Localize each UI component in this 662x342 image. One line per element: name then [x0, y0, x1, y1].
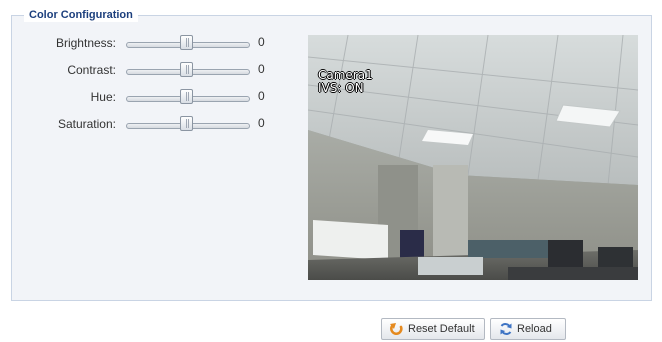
brightness-slider-thumb[interactable] [180, 35, 193, 50]
reload-label: Reload [517, 323, 552, 335]
hue-value: 0 [258, 89, 265, 103]
saturation-label: Saturation: [57, 117, 116, 131]
brightness-row: Brightness: 0 [0, 35, 300, 53]
camera-overlay-text: Camera1 IVS: ON [318, 69, 373, 95]
saturation-slider-thumb[interactable] [180, 116, 193, 131]
ivs-status-text: IVS: ON [318, 81, 364, 95]
brightness-value: 0 [258, 35, 265, 49]
refresh-icon [500, 323, 512, 335]
reset-default-button[interactable]: Reset Default [381, 318, 485, 340]
camera-name-text: Camera1 [318, 68, 373, 82]
contrast-slider-thumb[interactable] [180, 62, 193, 77]
contrast-label: Contrast: [67, 63, 116, 77]
undo-arrow-icon [390, 323, 403, 336]
hue-slider-thumb[interactable] [180, 89, 193, 104]
hue-row: Hue: 0 [0, 89, 300, 107]
reset-default-label: Reset Default [408, 323, 475, 335]
saturation-row: Saturation: 0 [0, 116, 300, 134]
hue-label: Hue: [90, 90, 116, 104]
reload-button[interactable]: Reload [490, 318, 566, 340]
section-title: Color Configuration [24, 8, 138, 22]
saturation-value: 0 [258, 116, 265, 130]
brightness-label: Brightness: [55, 36, 116, 50]
camera-preview: Camera1 IVS: ON [308, 35, 638, 280]
contrast-value: 0 [258, 62, 265, 76]
contrast-row: Contrast: 0 [0, 62, 300, 80]
